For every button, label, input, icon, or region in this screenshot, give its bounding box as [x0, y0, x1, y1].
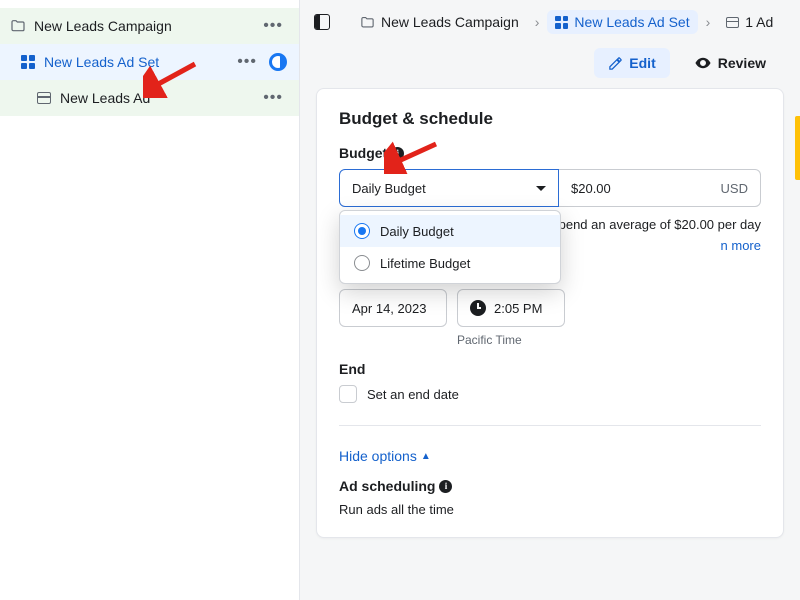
tree-item-campaign[interactable]: New Leads Campaign •••: [0, 8, 299, 44]
warning-strip: [795, 116, 800, 180]
timezone-label: Pacific Time: [457, 333, 761, 347]
end-label: End: [339, 361, 761, 377]
info-icon[interactable]: i: [439, 480, 452, 493]
chevron-right-icon: ›: [535, 14, 540, 30]
sidebar: New Leads Campaign ••• New Leads Ad Set …: [0, 0, 300, 600]
chevron-up-icon: ▲: [421, 451, 431, 462]
dropdown-option-daily[interactable]: Daily Budget: [340, 215, 560, 247]
edit-button[interactable]: Edit: [594, 48, 669, 78]
start-date-input[interactable]: Apr 14, 2023: [339, 289, 447, 327]
breadcrumb: New Leads Campaign › New Leads Ad Set › …: [300, 0, 800, 44]
more-icon[interactable]: •••: [233, 53, 261, 71]
dropdown-option-lifetime[interactable]: Lifetime Budget: [340, 247, 560, 279]
breadcrumb-adset[interactable]: New Leads Ad Set: [547, 10, 697, 34]
ad-scheduling-value: Run ads all the time: [339, 502, 761, 517]
budget-amount-input[interactable]: $20.00 USD: [559, 169, 761, 207]
button-label: Review: [718, 55, 766, 71]
tree-item-label: New Leads Ad: [60, 90, 259, 106]
breadcrumb-label: New Leads Ad Set: [574, 14, 689, 30]
end-date-checkbox-row[interactable]: Set an end date: [339, 385, 761, 403]
start-date-row: Apr 14, 2023 2:05 PM: [339, 289, 761, 327]
budget-row: Daily Budget Daily Budget Lifetime Budge…: [339, 169, 761, 207]
main-panel: New Leads Campaign › New Leads Ad Set › …: [300, 0, 800, 600]
currency-label: USD: [721, 181, 748, 196]
panel-icon[interactable]: [314, 14, 330, 30]
button-label: Edit: [629, 55, 655, 71]
card-actions: Edit Review: [300, 44, 800, 88]
ad-scheduling-label: Ad scheduling i: [339, 478, 761, 494]
budget-type-select[interactable]: Daily Budget Daily Budget Lifetime Budge…: [339, 169, 559, 207]
chevron-down-icon: [536, 186, 546, 191]
select-value: Daily Budget: [352, 181, 426, 196]
radio-icon: [354, 255, 370, 271]
clock-icon: [470, 300, 486, 316]
folder-icon: [10, 18, 26, 34]
radio-icon: [354, 223, 370, 239]
tree-item-adset[interactable]: New Leads Ad Set •••: [0, 44, 299, 80]
review-button[interactable]: Review: [680, 48, 780, 78]
breadcrumb-ad[interactable]: 1 Ad: [718, 10, 781, 34]
amount-value: $20.00: [571, 181, 611, 196]
budget-label: Budget i: [339, 145, 761, 161]
budget-schedule-card: Budget & schedule Budget i Daily Budget …: [316, 88, 784, 538]
tree-item-label: New Leads Ad Set: [44, 54, 233, 70]
time-value: 2:05 PM: [494, 301, 542, 316]
breadcrumb-label: New Leads Campaign: [381, 14, 519, 30]
breadcrumb-label: 1 Ad: [745, 14, 773, 30]
status-indicator-icon: [269, 53, 287, 71]
tree-item-ad[interactable]: New Leads Ad •••: [0, 80, 299, 116]
info-icon[interactable]: i: [391, 147, 404, 160]
checkbox-label: Set an end date: [367, 387, 459, 402]
adset-icon: [20, 54, 36, 70]
ad-icon: [36, 90, 52, 106]
divider: [339, 425, 761, 426]
start-time-input[interactable]: 2:05 PM: [457, 289, 565, 327]
hide-options-toggle[interactable]: Hide options ▲: [339, 448, 431, 464]
more-icon[interactable]: •••: [259, 17, 287, 35]
breadcrumb-campaign[interactable]: New Leads Campaign: [352, 10, 527, 34]
option-label: Lifetime Budget: [380, 256, 470, 271]
more-icon[interactable]: •••: [259, 89, 287, 107]
budget-type-dropdown: Daily Budget Lifetime Budget: [339, 210, 561, 284]
checkbox-icon[interactable]: [339, 385, 357, 403]
option-label: Daily Budget: [380, 224, 454, 239]
date-value: Apr 14, 2023: [352, 301, 426, 316]
chevron-right-icon: ›: [706, 14, 711, 30]
card-title: Budget & schedule: [339, 109, 761, 129]
tree-item-label: New Leads Campaign: [34, 18, 259, 34]
